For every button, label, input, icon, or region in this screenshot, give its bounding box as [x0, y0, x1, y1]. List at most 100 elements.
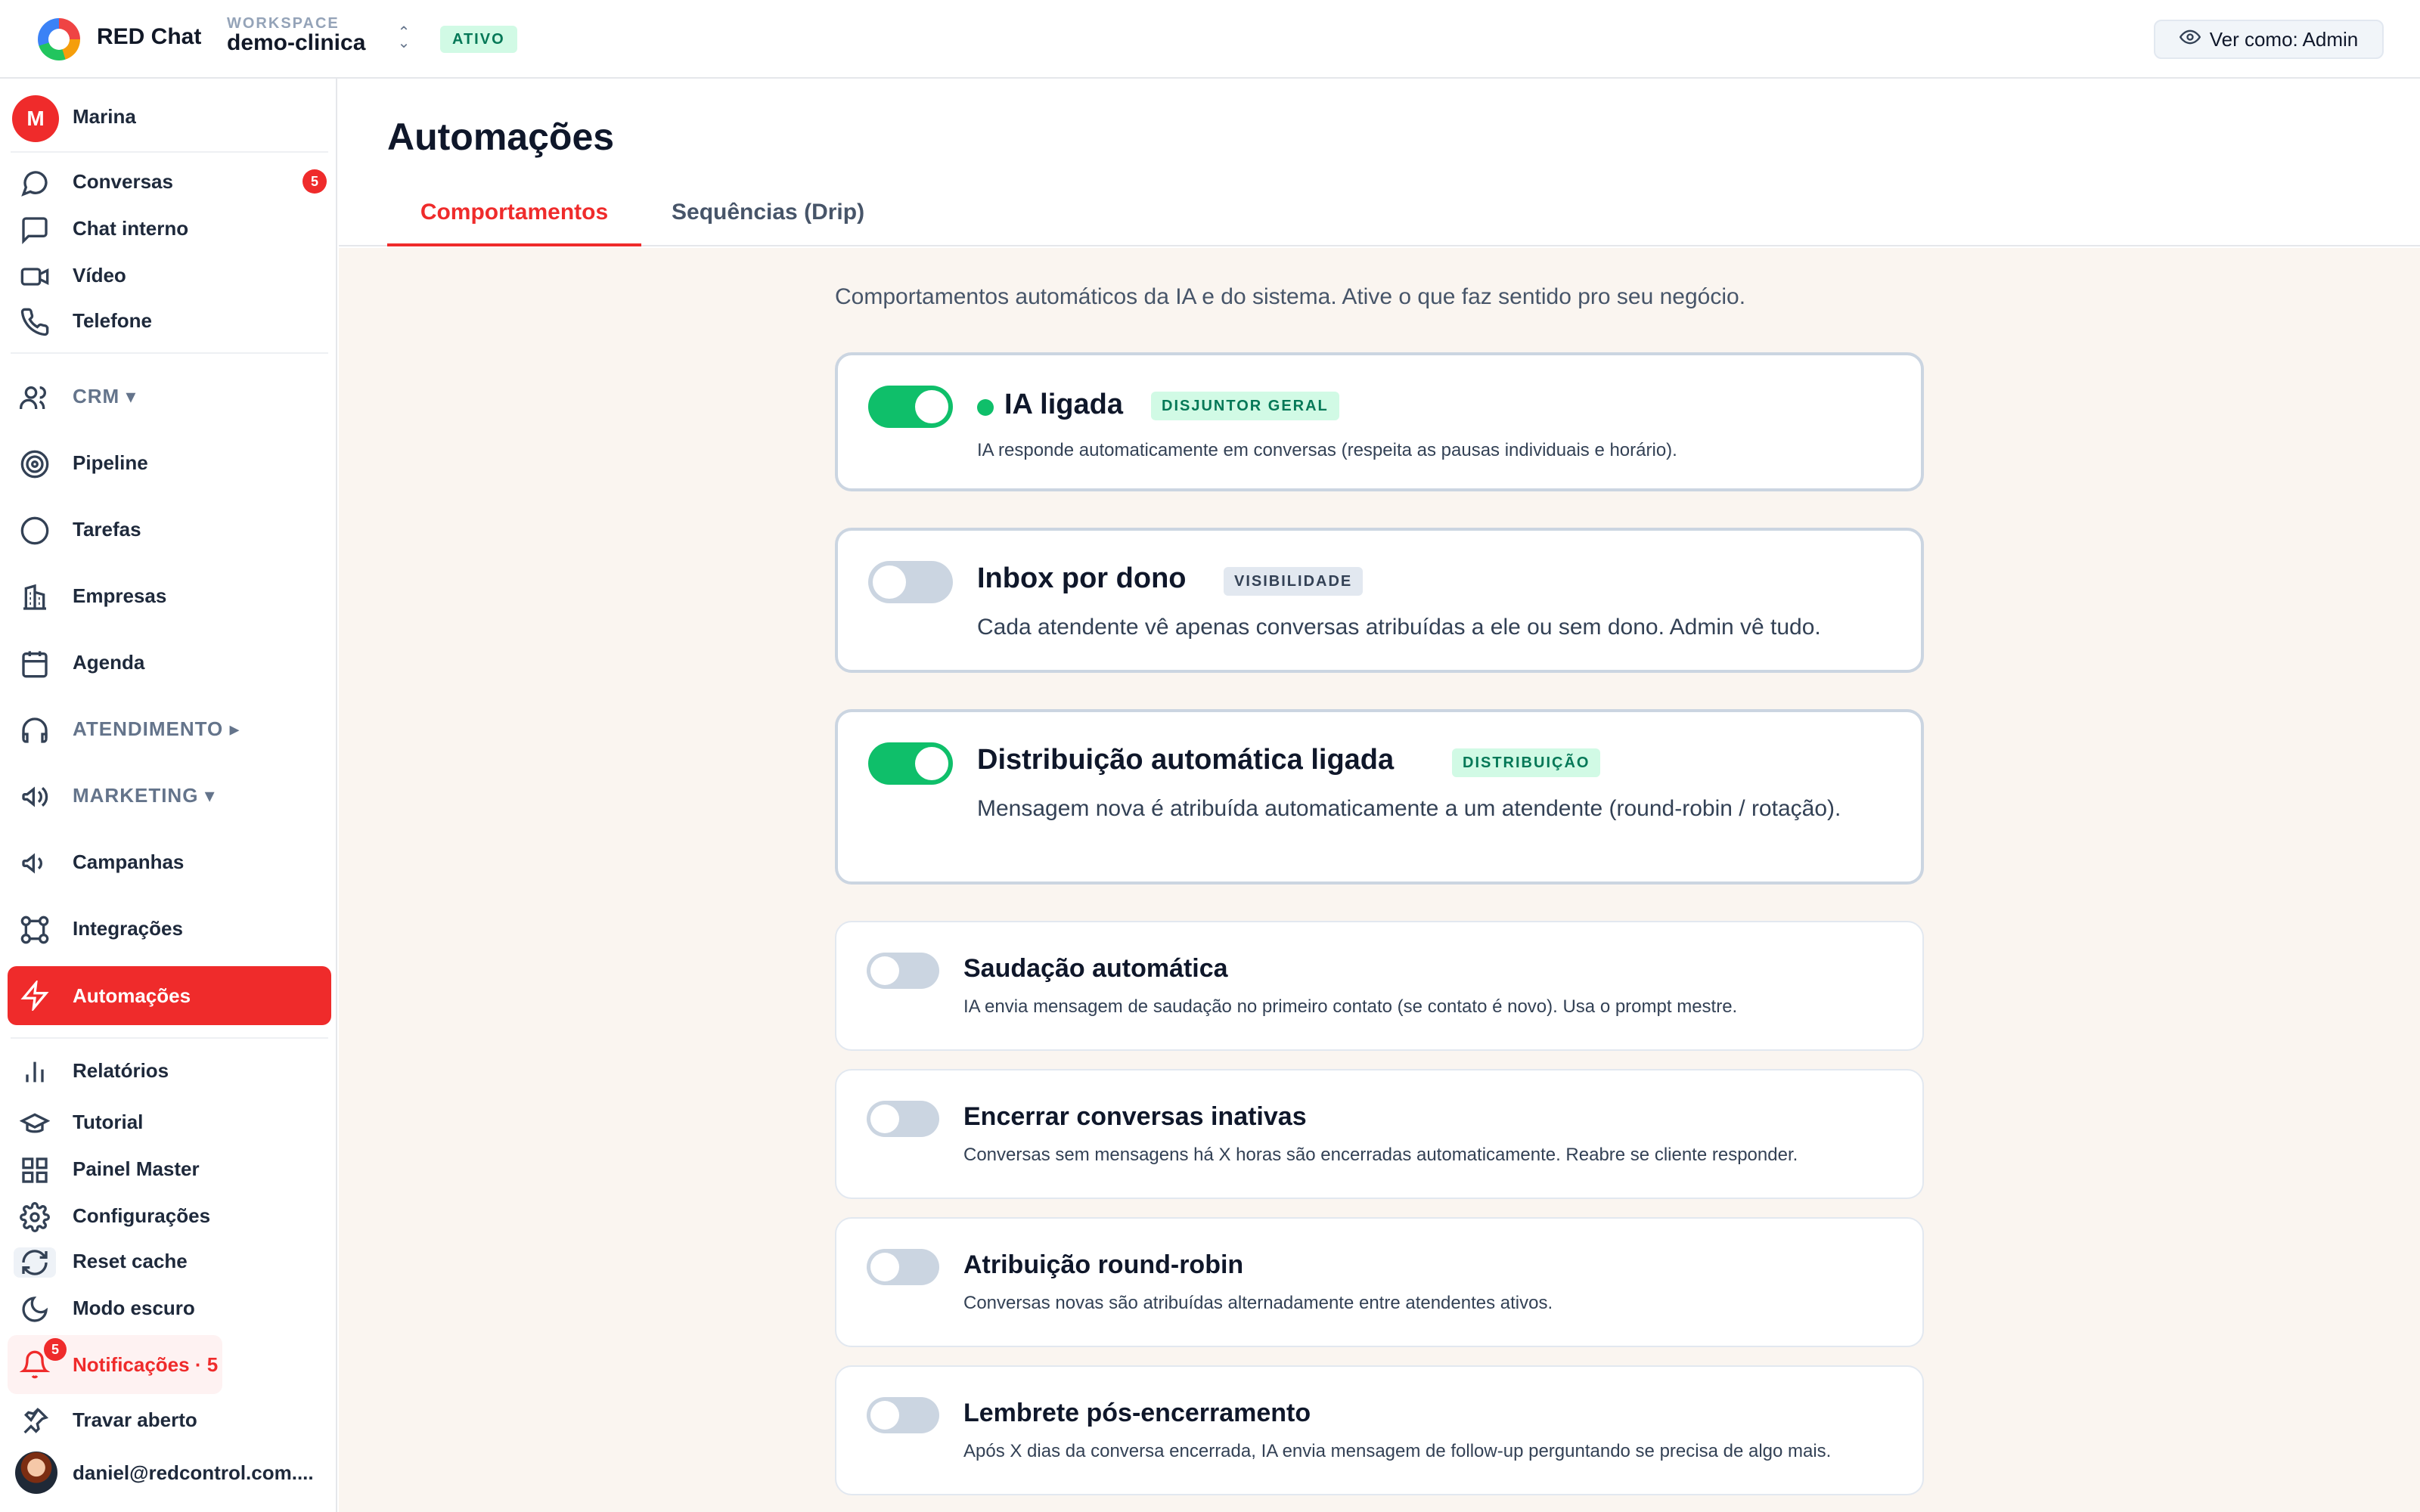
sidebar-item-relatorios[interactable]: Relatórios	[8, 1048, 331, 1093]
workspace-status-badge: ATIVO	[440, 26, 517, 53]
sidebar-user[interactable]: Marina	[8, 94, 331, 139]
sidebar-item-empresas[interactable]: Empresas	[8, 573, 331, 618]
distribuicao-toggle[interactable]	[868, 742, 953, 785]
card-title: Lembrete pós-encerramento	[963, 1399, 1311, 1427]
integrations-icon	[20, 915, 50, 945]
sidebar-item-label: Relatórios	[73, 1058, 169, 1082]
sidebar-item-label: Integrações	[73, 916, 183, 940]
sidebar-user-account[interactable]: daniel@redcontrol.com....	[8, 1450, 331, 1495]
red-chat-logo	[38, 18, 80, 60]
card-description: Conversas novas são atribuídas alternada…	[963, 1293, 1553, 1313]
sidebar-item-label: Chat interno	[73, 216, 189, 240]
toggle-knob	[915, 390, 948, 423]
sidebar-item-label: Automações	[73, 984, 191, 1007]
section-label: ATENDIMENTO ▸	[73, 717, 240, 740]
sidebar-item-tarefas[interactable]: Tarefas	[8, 507, 331, 552]
sidebar-item-label: Configurações	[73, 1204, 211, 1227]
ia-ligada-toggle[interactable]	[868, 386, 953, 428]
sidebar-item-painel-master[interactable]: Painel Master	[8, 1146, 331, 1191]
toggle-knob	[915, 747, 948, 780]
sidebar-item-label: Conversas	[73, 169, 173, 193]
card-description: IA responde automaticamente em conversas…	[977, 440, 1677, 460]
card-chip: VISIBILIDADE	[1224, 567, 1364, 596]
automations-content: Comportamentos automáticos da IA e do si…	[339, 248, 2420, 1512]
automation-card-distribuicao: Distribuição automática ligada DISTRIBUI…	[835, 709, 1924, 885]
tab-comportamentos[interactable]: Comportamentos	[387, 194, 641, 246]
round-robin-toggle[interactable]	[867, 1249, 939, 1285]
graduation-cap-icon	[19, 1108, 51, 1139]
card-title: Atribuição round-robin	[963, 1250, 1244, 1279]
sidebar-item-travar-aberto[interactable]: Travar aberto	[8, 1397, 331, 1442]
target-icon	[20, 449, 50, 479]
sidebar-section-atendimento[interactable]: ATENDIMENTO ▸	[8, 706, 331, 751]
sidebar-section-crm[interactable]: CRM ▾	[8, 373, 331, 419]
toggle-knob	[873, 565, 906, 599]
card-description: Cada atendente vê apenas conversas atrib…	[977, 615, 1821, 640]
workspace-switch-icon[interactable]: ⌃ ⌄	[393, 25, 414, 51]
user-name: Marina	[73, 104, 136, 128]
circle-icon	[20, 516, 50, 546]
conversas-count-badge: 5	[302, 169, 327, 194]
card-chip: DISTRIBUIÇÃO	[1452, 748, 1601, 777]
moon-icon	[20, 1294, 50, 1325]
card-chip: DISJUNTOR GERAL	[1151, 392, 1339, 420]
view-as-label: Ver como: Admin	[2209, 27, 2359, 51]
status-dot-icon	[977, 399, 994, 416]
sidebar-item-telefone[interactable]: Telefone	[8, 298, 331, 343]
top-header: RED Chat WORKSPACE demo-clinica ⌃ ⌄ ATIVO…	[0, 0, 2420, 79]
toggle-knob	[870, 1253, 899, 1281]
calendar-icon	[20, 649, 50, 679]
sidebar-item-modo-escuro[interactable]: Modo escuro	[8, 1285, 331, 1331]
card-title: IA ligada	[1004, 389, 1123, 420]
view-as-button[interactable]: Ver como: Admin	[2154, 20, 2384, 59]
automation-card-saudacao: Saudação automática IA envia mensagem de…	[835, 921, 1924, 1051]
user-email: daniel@redcontrol.com....	[73, 1461, 314, 1484]
refresh-icon	[14, 1247, 56, 1278]
sidebar-item-automacoes[interactable]: Automações	[8, 966, 331, 1025]
sidebar-divider	[11, 151, 328, 153]
sidebar-item-tutorial[interactable]: Tutorial	[8, 1099, 331, 1145]
card-description: Após X dias da conversa encerrada, IA en…	[963, 1441, 1832, 1461]
toggle-knob	[870, 1401, 899, 1430]
card-title: Saudação automática	[963, 954, 1228, 983]
notification-count-badge: 5	[44, 1338, 67, 1361]
gear-icon	[20, 1202, 50, 1232]
sidebar-item-label: Reset cache	[73, 1249, 188, 1272]
eye-icon	[2179, 26, 2201, 53]
tab-sequencias-drip[interactable]: Sequências (Drip)	[672, 194, 864, 246]
main-area: Automações Comportamentos Sequências (Dr…	[339, 79, 2420, 1512]
grid-icon	[20, 1155, 50, 1185]
sidebar-item-campanhas[interactable]: Campanhas	[8, 839, 331, 885]
headphones-icon	[20, 715, 50, 745]
card-title: Encerrar conversas inativas	[963, 1102, 1307, 1131]
lembrete-toggle[interactable]	[867, 1397, 939, 1433]
page-header: Automações Comportamentos Sequências (Dr…	[339, 79, 2420, 246]
sidebar-item-integracoes[interactable]: Integrações	[8, 906, 331, 951]
card-title: Inbox por dono	[977, 562, 1187, 594]
sidebar-item-label: Notificações · 5	[73, 1352, 219, 1376]
sidebar-item-label: Vídeo	[73, 263, 126, 287]
sidebar-item-agenda[interactable]: Agenda	[8, 640, 331, 685]
sidebar-item-label: Pipeline	[73, 451, 148, 474]
inbox-por-dono-toggle[interactable]	[868, 561, 953, 603]
saudacao-toggle[interactable]	[867, 953, 939, 989]
sidebar-item-notificacoes[interactable]: 5 Notificações · 5	[8, 1335, 222, 1394]
sidebar-item-conversas[interactable]: Conversas 5	[8, 159, 331, 204]
sidebar-item-label: Tarefas	[73, 517, 141, 541]
sidebar-item-pipeline[interactable]: Pipeline	[8, 440, 331, 485]
sidebar-section-marketing[interactable]: MARKETING ▾	[8, 773, 331, 818]
automation-card-ia-ligada: IA ligada DISJUNTOR GERAL IA responde au…	[835, 352, 1924, 491]
sidebar-item-reset-cache[interactable]: Reset cache	[8, 1238, 331, 1284]
sidebar-item-video[interactable]: Vídeo	[8, 253, 331, 298]
sidebar-item-label: Tutorial	[73, 1110, 144, 1133]
sidebar-item-label: Agenda	[73, 650, 145, 674]
workspace-name[interactable]: demo-clinica	[227, 30, 365, 56]
sidebar-item-configuracoes[interactable]: Configurações	[8, 1193, 331, 1238]
card-description: Conversas sem mensagens há X horas são e…	[963, 1145, 1798, 1165]
sidebar-divider	[11, 1037, 328, 1039]
bar-chart-icon	[20, 1057, 50, 1087]
section-label: MARKETING ▾	[73, 783, 216, 807]
encerrar-inativas-toggle[interactable]	[867, 1101, 939, 1137]
video-camera-icon	[20, 262, 50, 292]
sidebar-item-chat-interno[interactable]: Chat interno	[8, 206, 331, 251]
